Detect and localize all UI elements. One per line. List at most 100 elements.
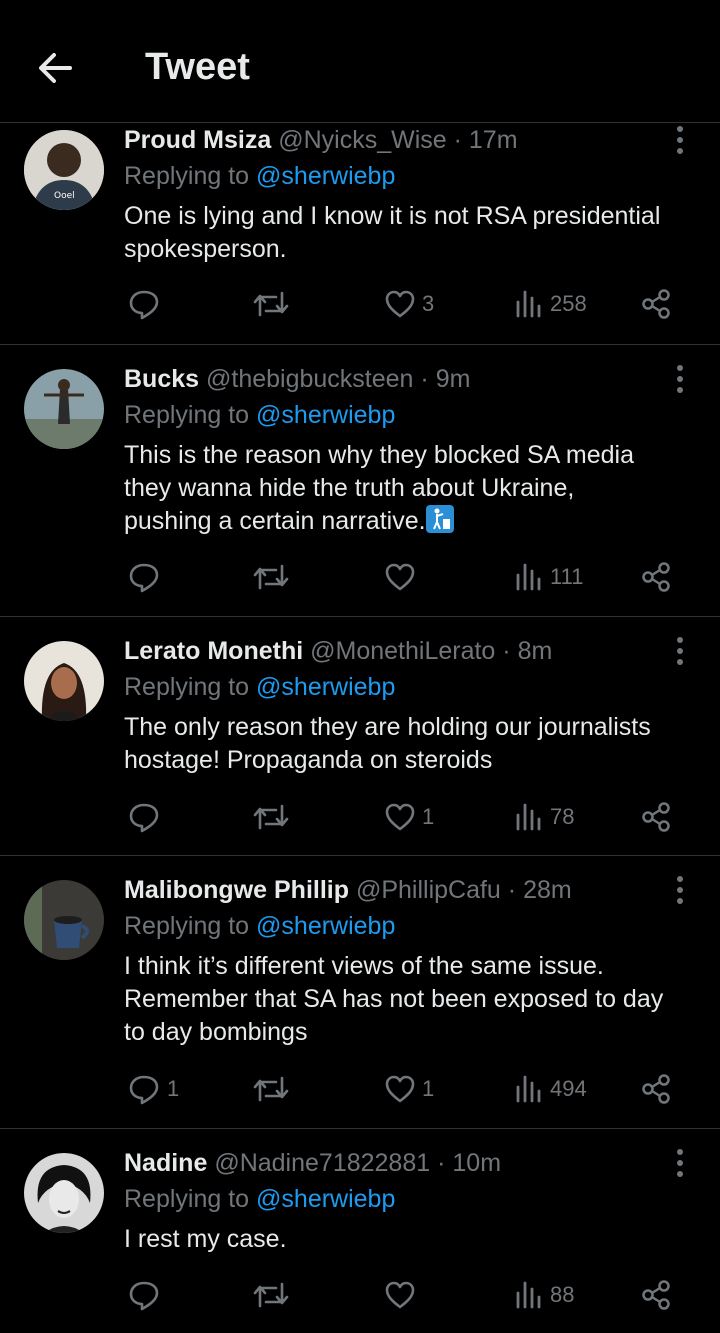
share-nodes-icon bbox=[642, 802, 670, 832]
replying-handle-link[interactable]: @sherwiebp bbox=[256, 673, 395, 701]
tweet-text-line-with-emoji: pushing a certain narrative. bbox=[124, 505, 699, 538]
views-button[interactable]: 111 bbox=[514, 557, 583, 597]
avatar[interactable] bbox=[24, 880, 104, 960]
share-button[interactable] bbox=[640, 284, 672, 324]
tweet-header: Bucks @thebigbucksteen · 9m bbox=[124, 365, 470, 394]
tweet-text-line: I think it’s different views of the same… bbox=[124, 952, 604, 980]
separator-dot: · bbox=[453, 126, 462, 154]
user-handle[interactable]: @MonethiLerato bbox=[310, 637, 495, 665]
reply-button[interactable] bbox=[127, 284, 167, 324]
reply-tweet[interactable]: Nadine @Nadine71822881 · 10m Replying to… bbox=[0, 1129, 720, 1333]
bar-chart-icon bbox=[516, 803, 541, 831]
replying-handle-link[interactable]: @sherwiebp bbox=[256, 162, 395, 190]
more-options-icon[interactable] bbox=[664, 363, 696, 395]
more-options-icon[interactable] bbox=[664, 124, 696, 156]
top-bar: Tweet bbox=[0, 0, 720, 123]
share-nodes-icon bbox=[642, 562, 670, 592]
avatar[interactable] bbox=[24, 1153, 104, 1233]
more-options-icon[interactable] bbox=[664, 635, 696, 667]
display-name[interactable]: Nadine bbox=[124, 1149, 207, 1177]
reply-tweet[interactable]: Bucks @thebigbucksteen · 9m Replying to … bbox=[0, 345, 720, 617]
avatar[interactable] bbox=[24, 369, 104, 449]
views-button[interactable]: 258 bbox=[514, 284, 587, 324]
timestamp[interactable]: 10m bbox=[452, 1149, 501, 1177]
tweet-text: The only reason they are holding our jou… bbox=[124, 711, 699, 777]
display-name[interactable]: Proud Msiza bbox=[124, 126, 271, 154]
retweet-icon bbox=[253, 804, 289, 830]
display-name[interactable]: Bucks bbox=[124, 365, 199, 393]
speech-bubble-icon bbox=[129, 563, 159, 593]
like-count: 3 bbox=[422, 291, 435, 316]
back-arrow-icon[interactable] bbox=[34, 48, 78, 88]
separator-dot: · bbox=[507, 876, 517, 904]
reply-button[interactable]: 1 bbox=[127, 1069, 179, 1109]
display-name[interactable]: Lerato Monethi bbox=[124, 637, 303, 665]
tweet-header: Lerato Monethi @MonethiLerato · 8m bbox=[124, 637, 552, 666]
share-button[interactable] bbox=[640, 1275, 672, 1315]
views-button[interactable]: 494 bbox=[514, 1069, 587, 1109]
share-button[interactable] bbox=[640, 1069, 672, 1109]
view-count: 494 bbox=[550, 1076, 587, 1101]
like-button[interactable]: 1 bbox=[384, 797, 434, 837]
replying-handle-link[interactable]: @sherwiebp bbox=[256, 912, 395, 940]
more-options-icon[interactable] bbox=[664, 874, 696, 906]
replying-prefix: Replying to bbox=[124, 401, 250, 429]
user-handle[interactable]: @PhillipCafu bbox=[356, 876, 501, 904]
timestamp[interactable]: 9m bbox=[436, 365, 471, 393]
retweet-button[interactable] bbox=[252, 284, 296, 324]
replying-handle-link[interactable]: @sherwiebp bbox=[256, 401, 395, 429]
share-nodes-icon bbox=[642, 1074, 670, 1104]
tweet-text-line: The only reason they are holding our jou… bbox=[124, 713, 651, 741]
replying-handle-link[interactable]: @sherwiebp bbox=[256, 1185, 395, 1213]
timestamp[interactable]: 17m bbox=[469, 126, 518, 154]
reply-button[interactable] bbox=[127, 1275, 167, 1315]
view-count: 88 bbox=[550, 1282, 575, 1307]
display-name[interactable]: Malibongwe Phillip bbox=[124, 876, 349, 904]
user-handle[interactable]: @Nyicks_Wise bbox=[278, 126, 446, 154]
retweet-button[interactable] bbox=[252, 557, 296, 597]
share-nodes-icon bbox=[642, 289, 670, 319]
share-button[interactable] bbox=[640, 557, 672, 597]
separator-dot: · bbox=[437, 1149, 446, 1177]
heart-icon bbox=[385, 803, 415, 831]
bar-chart-icon bbox=[516, 563, 541, 591]
retweet-icon bbox=[253, 1282, 289, 1308]
heart-icon bbox=[385, 1075, 415, 1103]
tweet-text: I rest my case. bbox=[124, 1223, 699, 1256]
replying-to: Replying to @sherwiebp bbox=[124, 401, 395, 430]
views-button[interactable]: 78 bbox=[514, 797, 574, 837]
separator-dot: · bbox=[502, 637, 511, 665]
speech-bubble-icon bbox=[129, 1281, 159, 1311]
like-button[interactable]: 3 bbox=[384, 284, 434, 324]
reply-tweet[interactable]: Ooel Proud Msiza @Nyicks_Wise · 17m Repl… bbox=[0, 122, 720, 345]
view-count: 258 bbox=[550, 291, 587, 316]
tweet-text: This is the reason why they blocked SA m… bbox=[124, 439, 699, 538]
more-options-icon[interactable] bbox=[664, 1147, 696, 1179]
retweet-button[interactable] bbox=[252, 797, 296, 837]
reply-tweet[interactable]: Malibongwe Phillip @PhillipCafu · 28m Re… bbox=[0, 856, 720, 1129]
replying-to: Replying to @sherwiebp bbox=[124, 912, 395, 941]
retweet-button[interactable] bbox=[252, 1069, 296, 1109]
tweet-text: I think it’s different views of the same… bbox=[124, 950, 699, 1049]
like-button[interactable] bbox=[384, 557, 422, 597]
user-handle[interactable]: @Nadine71822881 bbox=[214, 1149, 430, 1177]
like-button[interactable] bbox=[384, 1275, 422, 1315]
avatar[interactable]: Ooel bbox=[24, 130, 104, 210]
reply-button[interactable] bbox=[127, 557, 167, 597]
retweet-button[interactable] bbox=[252, 1275, 296, 1315]
tweet-text-line: they wanna hide the truth about Ukraine, bbox=[124, 474, 575, 502]
retweet-icon bbox=[253, 1076, 289, 1102]
avatar[interactable] bbox=[24, 641, 104, 721]
speech-bubble-icon bbox=[129, 290, 159, 320]
timestamp[interactable]: 8m bbox=[518, 637, 553, 665]
tweet-text-line: to day bombings bbox=[124, 1018, 308, 1046]
share-button[interactable] bbox=[640, 797, 672, 837]
user-handle[interactable]: @thebigbucksteen bbox=[206, 365, 413, 393]
reply-button[interactable] bbox=[127, 797, 167, 837]
timestamp[interactable]: 28m bbox=[523, 876, 572, 904]
views-button[interactable]: 88 bbox=[514, 1275, 574, 1315]
like-button[interactable]: 1 bbox=[384, 1069, 434, 1109]
reply-tweet[interactable]: Lerato Monethi @MonethiLerato · 8m Reply… bbox=[0, 617, 720, 856]
replying-to: Replying to @sherwiebp bbox=[124, 673, 395, 702]
heart-icon bbox=[385, 1281, 415, 1309]
